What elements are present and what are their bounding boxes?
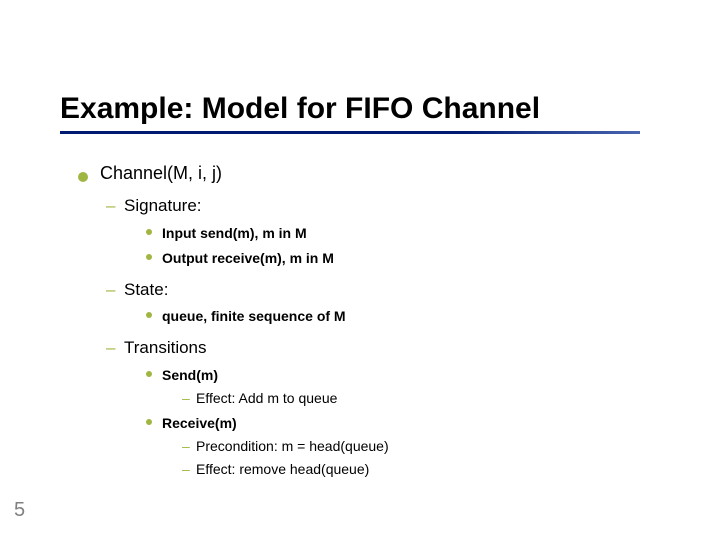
send-details: Effect: Add m to queue [162, 388, 680, 409]
transition-send: Send(m) Effect: Add m to queue [146, 365, 680, 409]
receive-details: Precondition: m = head(queue) Effect: re… [162, 436, 680, 480]
state-queue: queue, finite sequence of M [146, 306, 680, 327]
state-sublist: queue, finite sequence of M [124, 306, 680, 327]
send-effect: Effect: Add m to queue [182, 388, 680, 409]
slide: Example: Model for FIFO Channel Channel(… [0, 0, 720, 540]
slide-content: Channel(M, i, j) Signature: Input send(m… [78, 160, 680, 488]
signature-sublist: Input send(m), m in M Output receive(m),… [124, 223, 680, 269]
receive-precondition: Precondition: m = head(queue) [182, 436, 680, 457]
title-block: Example: Model for FIFO Channel [60, 92, 690, 134]
state-label: State: [124, 280, 168, 299]
send-name: Send(m) [162, 367, 218, 383]
signature-input: Input send(m), m in M [146, 223, 680, 244]
page-number: 5 [14, 499, 25, 522]
slide-title: Example: Model for FIFO Channel [60, 92, 690, 125]
list-level2: Signature: Input send(m), m in M Output … [78, 193, 680, 480]
transitions-label: Transitions [124, 338, 207, 357]
transitions-sublist: Send(m) Effect: Add m to queue Receive(m… [124, 365, 680, 480]
bullet-text: Channel(M, i, j) [100, 160, 222, 187]
receive-name: Receive(m) [162, 415, 237, 431]
disc-icon [78, 172, 88, 182]
signature-label: Signature: [124, 196, 202, 215]
receive-effect: Effect: remove head(queue) [182, 459, 680, 480]
signature-output: Output receive(m), m in M [146, 248, 680, 269]
bullet-level1: Channel(M, i, j) [78, 160, 680, 187]
transitions-item: Transitions Send(m) Effect: Add m to que… [106, 335, 680, 480]
transition-receive: Receive(m) Precondition: m = head(queue)… [146, 413, 680, 480]
state-item: State: queue, finite sequence of M [106, 277, 680, 328]
title-underline [60, 131, 640, 134]
signature-item: Signature: Input send(m), m in M Output … [106, 193, 680, 269]
